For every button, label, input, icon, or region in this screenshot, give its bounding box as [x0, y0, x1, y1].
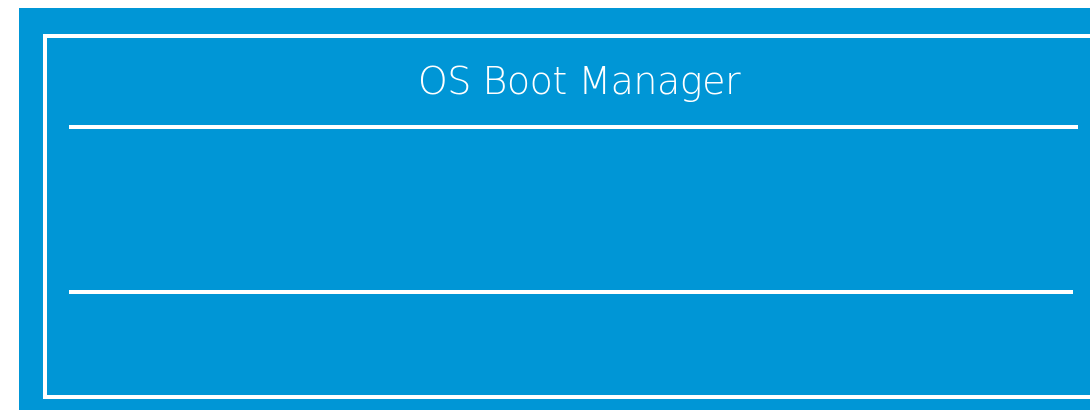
title-divider: [69, 125, 1078, 129]
boot-screen: OS Boot Manager: [19, 8, 1090, 410]
footer-divider: [69, 290, 1073, 294]
help-footer-area: [69, 298, 1073, 388]
page-title: OS Boot Manager: [417, 59, 741, 103]
boot-option-list: [69, 133, 1073, 288]
